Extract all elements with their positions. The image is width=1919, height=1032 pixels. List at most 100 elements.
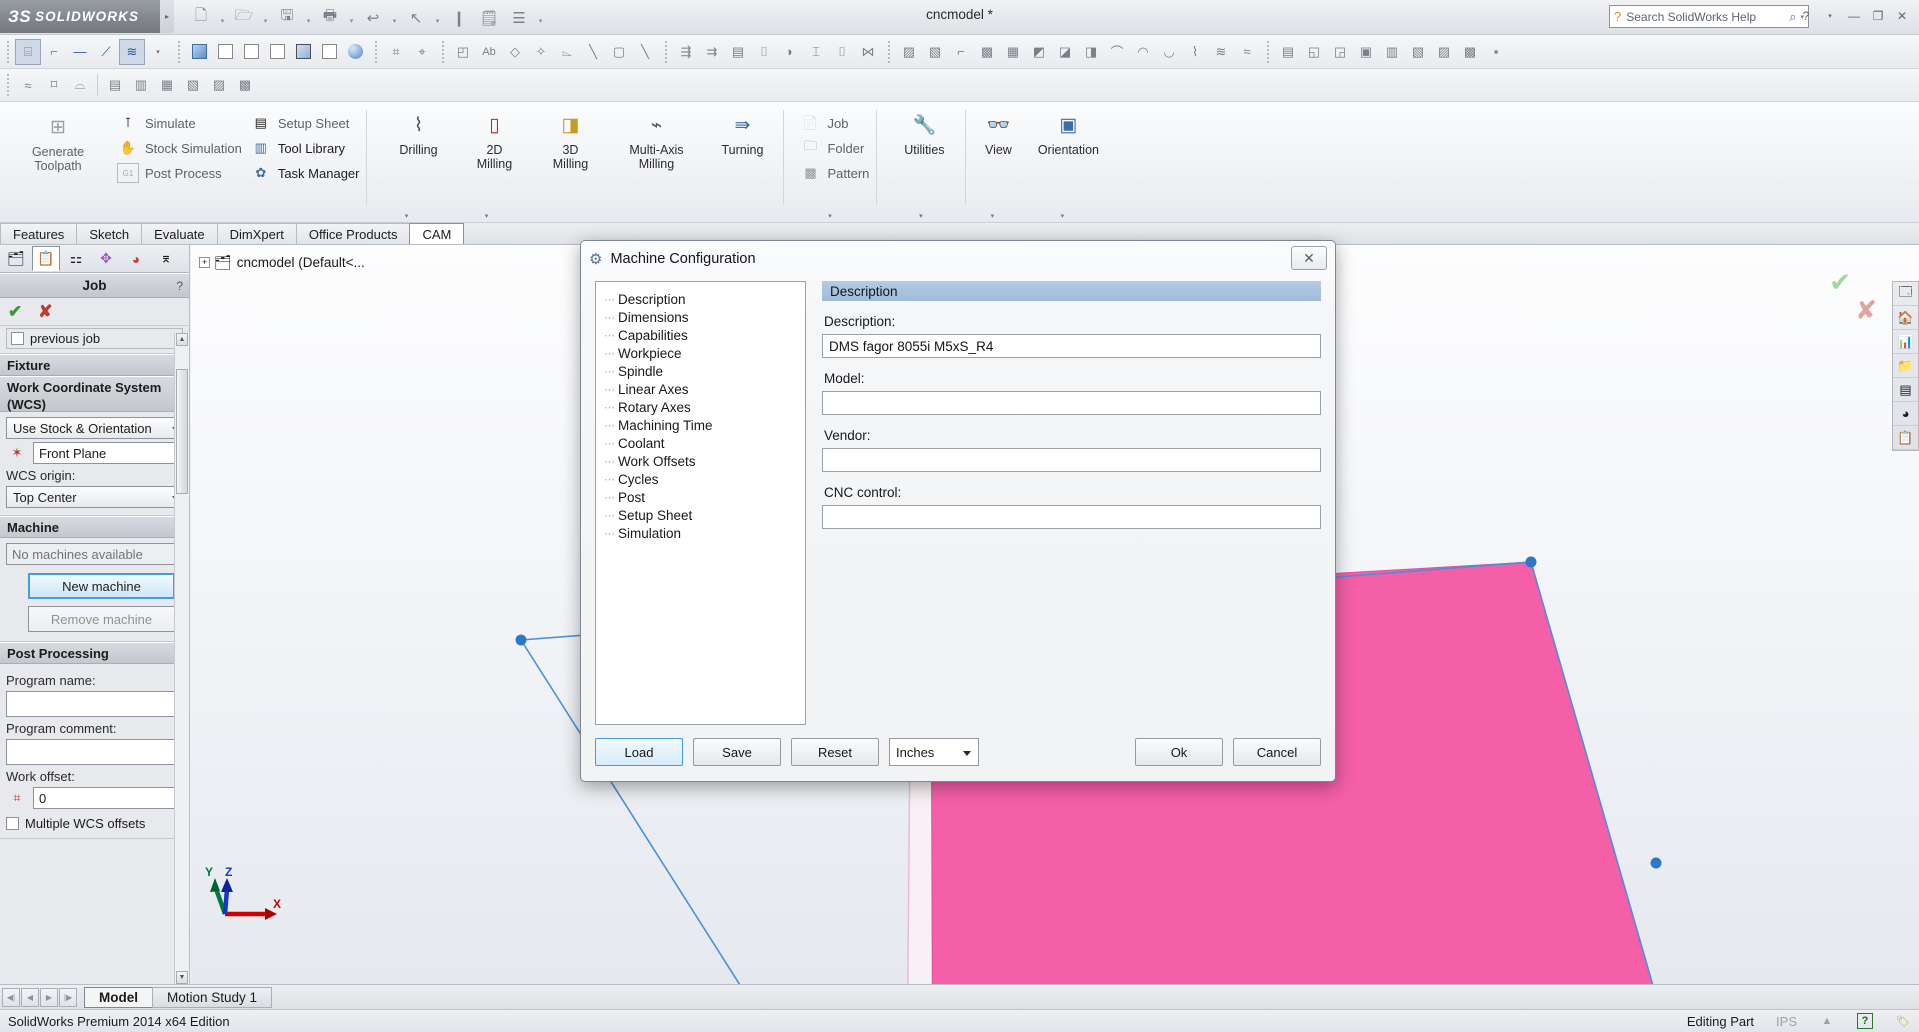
toolbar-grip-2[interactable] <box>176 41 183 63</box>
sketch-point[interactable] <box>1526 557 1537 568</box>
tree-item-capabilities[interactable]: ⋯ Capabilities <box>604 326 805 344</box>
tree-item-setup-sheet[interactable]: ⋯ Setup Sheet <box>604 506 805 524</box>
property-manager-icon[interactable]: 📋 <box>32 246 60 271</box>
boundary-icon[interactable]: ▤ <box>725 39 751 65</box>
tree-item-workpiece[interactable]: ⋯ Workpiece <box>604 344 805 362</box>
sheetmetal-6-icon[interactable]: ▨ <box>1431 39 1457 65</box>
projected-curve-icon[interactable]: ⌓ <box>67 72 93 98</box>
dialog-title-bar[interactable]: ⚙ Machine Configuration ✕ <box>581 241 1335 277</box>
cam-icon-6[interactable]: ▩ <box>232 72 258 98</box>
cancel-button[interactable]: ✘ <box>38 302 52 322</box>
orientation-button[interactable]: ▣ Orientation <box>1025 106 1111 223</box>
mold-tools-9-icon[interactable]: ⌒ <box>1104 39 1130 65</box>
mold-tools-7-icon[interactable]: ◪ <box>1052 39 1078 65</box>
mold-tools-5-icon[interactable]: ▦ <box>1000 39 1026 65</box>
shell-icon[interactable]: ⌶ <box>803 39 829 65</box>
insert-group-dropdown[interactable]: ▾ <box>783 212 876 220</box>
last-tab-button[interactable]: |▶ <box>59 988 77 1007</box>
weldment-icon[interactable]: ▤ <box>1275 39 1301 65</box>
dimxpert-manager-icon[interactable]: ✥ <box>92 246 120 271</box>
toolbar-grip[interactable] <box>5 41 12 63</box>
loft-icon[interactable]: ⇉ <box>699 39 725 65</box>
edge-icon[interactable]: ╲ <box>632 39 658 65</box>
accept-button[interactable]: ✔ <box>8 302 22 322</box>
mold-tools-12-icon[interactable]: ⌇ <box>1182 39 1208 65</box>
tree-item-work-offsets[interactable]: ⋯ Work Offsets <box>604 452 805 470</box>
machine-section-header[interactable]: Machine <box>0 516 189 538</box>
tree-item-coolant[interactable]: ⋯ Coolant <box>604 434 805 452</box>
extrude-boss-icon[interactable]: ◰ <box>450 39 476 65</box>
scroll-thumb[interactable] <box>176 369 188 494</box>
units-combo[interactable]: Inches <box>889 738 979 766</box>
line-icon[interactable]: — <box>67 39 93 65</box>
stock-simulation-button[interactable]: ✋ Stock Simulation <box>113 136 246 160</box>
multiple-wcs-row[interactable]: Multiple WCS offsets <box>6 816 183 831</box>
cam-icon-1[interactable]: ▤ <box>102 72 128 98</box>
tree-item-cycles[interactable]: ⋯ Cycles <box>604 470 805 488</box>
dialog-close-button[interactable]: ✕ <box>1291 246 1327 270</box>
wcs-origin-combo[interactable]: Top Center <box>6 486 183 508</box>
view-button[interactable]: 👓 View <box>971 106 1025 223</box>
chevron-up-icon[interactable]: ▲ <box>1819 1013 1835 1029</box>
sheetmetal-2-icon[interactable]: ◲ <box>1327 39 1353 65</box>
toolbar-grip-5[interactable] <box>663 41 670 63</box>
feature-tree-root-label[interactable]: cncmodel (Default<... <box>237 255 365 270</box>
sheetmetal-8-icon[interactable]: ▪ <box>1483 39 1509 65</box>
solid-body-icon[interactable]: ▢ <box>606 39 632 65</box>
tab-features[interactable]: Features <box>0 223 77 244</box>
multi-axis-milling-button[interactable]: ⌁ Multi-Axis Milling <box>608 106 704 223</box>
orientation-group-dropdown[interactable]: ▾ <box>1019 212 1105 220</box>
toolbar-grip-7[interactable] <box>1265 41 1272 63</box>
machine-configuration-dialog[interactable]: ⚙ Machine Configuration ✕ ⋯ Description … <box>580 240 1336 782</box>
wcs-section-header[interactable]: Work Coordinate System (WCS) <box>0 376 189 412</box>
post-process-button[interactable]: G1 Post Process <box>113 161 246 185</box>
help-icon[interactable]: ? <box>176 279 183 293</box>
note-icon[interactable]: Ab <box>476 39 502 65</box>
view-trimetric-icon[interactable] <box>290 39 316 65</box>
axis-icon[interactable]: ⟋ <box>93 39 119 65</box>
mold-tools-4-icon[interactable]: ▩ <box>974 39 1000 65</box>
sheetmetal-4-icon[interactable]: ▥ <box>1379 39 1405 65</box>
tool-library-button[interactable]: ▥ Tool Library <box>246 136 364 160</box>
post-processing-section-header[interactable]: Post Processing <box>0 642 189 664</box>
operations-group-dropdown-2[interactable]: ▾ <box>446 212 526 220</box>
tree-item-description[interactable]: ⋯ Description <box>604 290 805 308</box>
mold-tools-2-icon[interactable]: ▧ <box>922 39 948 65</box>
task-manager-button[interactable]: ✿ Task Manager <box>246 161 364 185</box>
help-icon[interactable]: ? <box>1795 5 1817 27</box>
display-manager-icon[interactable]: ◕ <box>122 246 150 271</box>
model-input[interactable] <box>822 391 1321 415</box>
next-tab-button[interactable]: ▶ <box>40 988 58 1007</box>
plane-icon[interactable]: ⌳ <box>554 39 580 65</box>
mold-tools-6-icon[interactable]: ◩ <box>1026 39 1052 65</box>
cam-icon-5[interactable]: ▨ <box>206 72 232 98</box>
reset-button[interactable]: Reset <box>791 738 879 766</box>
toolbar-grip-8[interactable] <box>5 74 12 96</box>
sheetmetal-1-icon[interactable]: ◱ <box>1301 39 1327 65</box>
wrap-icon[interactable]: ⌷ <box>829 39 855 65</box>
tree-item-post[interactable]: ⋯ Post <box>604 488 805 506</box>
new-machine-button[interactable]: New machine <box>28 573 175 599</box>
tree-item-machining-time[interactable]: ⋯ Machining Time <box>604 416 805 434</box>
mold-tools-10-icon[interactable]: ◠ <box>1130 39 1156 65</box>
machine-list[interactable]: No machines available <box>6 543 183 565</box>
sheetmetal-3-icon[interactable]: ▣ <box>1353 39 1379 65</box>
cam-icon-3[interactable]: ▦ <box>154 72 180 98</box>
program-comment-input[interactable] <box>6 739 183 765</box>
insert-folder-button[interactable]: 🗀 Folder <box>795 136 873 160</box>
configuration-manager-icon[interactable]: ⚏ <box>62 246 90 271</box>
tab-model[interactable]: Model <box>84 987 153 1008</box>
line-tool-icon[interactable]: ╲ <box>580 39 606 65</box>
view-top-icon[interactable] <box>238 39 264 65</box>
intersect-icon[interactable]: ⋈ <box>855 39 881 65</box>
remove-machine-button[interactable]: Remove machine <box>28 606 175 632</box>
program-name-input[interactable] <box>6 691 183 717</box>
first-tab-button[interactable]: ◀| <box>2 988 20 1007</box>
toolbar-grip-3[interactable] <box>373 41 380 63</box>
insert-job-button[interactable]: 📄 Job <box>795 111 873 135</box>
sweep-icon[interactable]: ⇶ <box>673 39 699 65</box>
tree-item-linear-axes[interactable]: ⋯ Linear Axes <box>604 380 805 398</box>
point-icon[interactable]: ⌐ <box>41 39 67 65</box>
ok-button[interactable]: Ok <box>1135 738 1223 766</box>
mold-tools-13-icon[interactable]: ≋ <box>1208 39 1234 65</box>
